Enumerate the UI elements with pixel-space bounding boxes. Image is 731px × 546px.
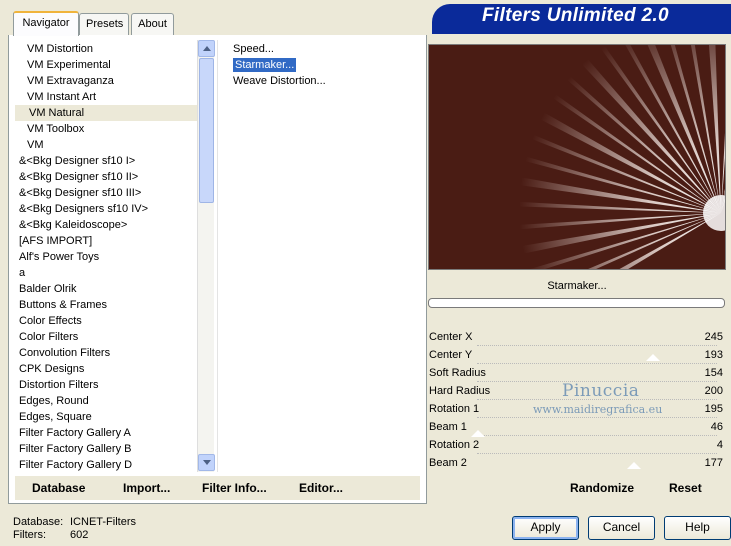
param-label: Rotation 1 xyxy=(429,403,480,415)
scroll-thumb[interactable] xyxy=(199,58,214,203)
param-center-x[interactable]: Center X 245 xyxy=(427,330,726,348)
filter-item-label: Starmaker... xyxy=(233,58,297,72)
tab-about[interactable]: About xyxy=(131,13,174,35)
param-value: 193 xyxy=(704,349,723,361)
database-label: Database: xyxy=(13,516,64,528)
category-item[interactable]: &<Bkg Designer sf10 I> xyxy=(15,153,197,169)
category-item[interactable]: Buttons & Frames xyxy=(15,297,197,313)
filter-item[interactable]: Weave Distortion... xyxy=(230,73,420,89)
category-item-label: VM Natural xyxy=(27,107,87,119)
category-item[interactable]: VM Instant Art xyxy=(15,89,197,105)
param-value: 200 xyxy=(704,385,723,397)
param-value: 177 xyxy=(704,457,723,469)
filter-info-button[interactable]: Filter Info... xyxy=(202,481,267,495)
list-divider xyxy=(217,40,218,472)
category-item[interactable]: Convolution Filters xyxy=(15,345,197,361)
cancel-button[interactable]: Cancel xyxy=(588,516,655,540)
category-item[interactable]: &<Bkg Designers sf10 IV> xyxy=(15,201,197,217)
apply-button[interactable]: Apply xyxy=(512,516,579,540)
database-button[interactable]: Database xyxy=(32,481,85,495)
filter-name-label: Starmaker... xyxy=(428,276,726,296)
banner-underline xyxy=(432,30,731,34)
slider-track[interactable] xyxy=(477,345,717,346)
category-item[interactable]: Edges, Square xyxy=(15,409,197,425)
param-rotation-2[interactable]: Rotation 2 4 xyxy=(427,438,726,456)
param-label: Hard Radius xyxy=(429,385,491,397)
slider-thumb[interactable] xyxy=(646,354,660,361)
starburst-preview xyxy=(429,45,725,269)
param-label: Center Y xyxy=(429,349,473,361)
param-value: 154 xyxy=(704,367,723,379)
slider-track[interactable] xyxy=(477,453,717,454)
category-item[interactable]: Balder Olrik xyxy=(15,281,197,297)
category-item[interactable]: Alf's Power Toys xyxy=(15,249,197,265)
category-item[interactable]: Color Filters xyxy=(15,329,197,345)
category-item[interactable]: CPK Designs xyxy=(15,361,197,377)
param-label: Rotation 2 xyxy=(429,439,480,451)
param-value: 245 xyxy=(704,331,723,343)
editor-button[interactable]: Editor... xyxy=(299,481,343,495)
reset-button[interactable]: Reset xyxy=(669,481,702,495)
filter-list[interactable]: Speed... Starmaker... Weave Distortion..… xyxy=(230,41,420,89)
filter-item[interactable]: Speed... xyxy=(230,41,420,57)
param-label: Beam 1 xyxy=(429,421,467,433)
category-item[interactable]: VM Extravaganza xyxy=(15,73,197,89)
category-item[interactable]: Color Effects xyxy=(15,313,197,329)
category-list[interactable]: VM Distortion VM Experimental VM Extrava… xyxy=(15,41,197,471)
category-item-selected[interactable]: VM Natural xyxy=(15,105,197,121)
category-item[interactable]: &<Bkg Kaleidoscope> xyxy=(15,217,197,233)
filters-count: 602 xyxy=(70,529,89,541)
slider-track[interactable] xyxy=(477,435,717,436)
category-item[interactable]: [AFS IMPORT] xyxy=(15,233,197,249)
param-label: Center X xyxy=(429,331,473,343)
category-item[interactable]: VM xyxy=(15,137,197,153)
param-value: 195 xyxy=(704,403,723,415)
param-center-y[interactable]: Center Y 193 xyxy=(427,348,726,366)
app-banner: Filters Unlimited 2.0 xyxy=(432,4,731,30)
category-item[interactable]: &<Bkg Designer sf10 III> xyxy=(15,185,197,201)
preview-image[interactable] xyxy=(428,44,726,270)
category-scrollbar[interactable] xyxy=(197,40,215,472)
randomize-button[interactable]: Randomize xyxy=(570,481,634,495)
category-item[interactable]: VM Experimental xyxy=(15,57,197,73)
param-beam-1[interactable]: Beam 1 46 xyxy=(427,420,726,438)
slider-track[interactable] xyxy=(477,363,717,364)
category-item[interactable]: Filter Factory Gallery A xyxy=(15,425,197,441)
watermark-url: www.maidiregrafica.eu xyxy=(533,403,663,416)
tab-presets[interactable]: Presets xyxy=(79,13,129,35)
category-item[interactable]: &<Bkg Designer sf10 II> xyxy=(15,169,197,185)
param-label: Beam 2 xyxy=(429,457,467,469)
import-button[interactable]: Import... xyxy=(123,481,170,495)
slider-thumb[interactable] xyxy=(471,430,485,437)
category-item[interactable]: Filter Factory Gallery B xyxy=(15,441,197,457)
database-value: ICNET-Filters xyxy=(70,516,136,528)
param-value: 46 xyxy=(710,421,723,433)
scroll-up-button[interactable] xyxy=(198,40,215,57)
scroll-down-button[interactable] xyxy=(198,454,215,471)
watermark-name: Pinuccia xyxy=(562,381,640,401)
tab-navigator[interactable]: Navigator xyxy=(13,11,79,36)
help-button[interactable]: Help xyxy=(664,516,731,540)
category-item[interactable]: Distortion Filters xyxy=(15,377,197,393)
param-value: 4 xyxy=(716,439,723,451)
param-label: Soft Radius xyxy=(429,367,486,379)
filter-item-selected[interactable]: Starmaker... xyxy=(230,57,420,73)
progress-bar xyxy=(428,298,725,308)
slider-thumb[interactable] xyxy=(627,462,641,469)
category-item[interactable]: VM Distortion xyxy=(15,41,197,57)
chevron-up-icon xyxy=(203,46,211,51)
category-item[interactable]: Edges, Round xyxy=(15,393,197,409)
filters-label: Filters: xyxy=(13,529,46,541)
slider-track[interactable] xyxy=(477,417,717,418)
chevron-down-icon xyxy=(203,460,211,465)
category-item[interactable]: a xyxy=(15,265,197,281)
category-item[interactable]: VM Toolbox xyxy=(15,121,197,137)
category-item[interactable]: Filter Factory Gallery D xyxy=(15,457,197,471)
param-beam-2[interactable]: Beam 2 177 xyxy=(427,456,726,474)
